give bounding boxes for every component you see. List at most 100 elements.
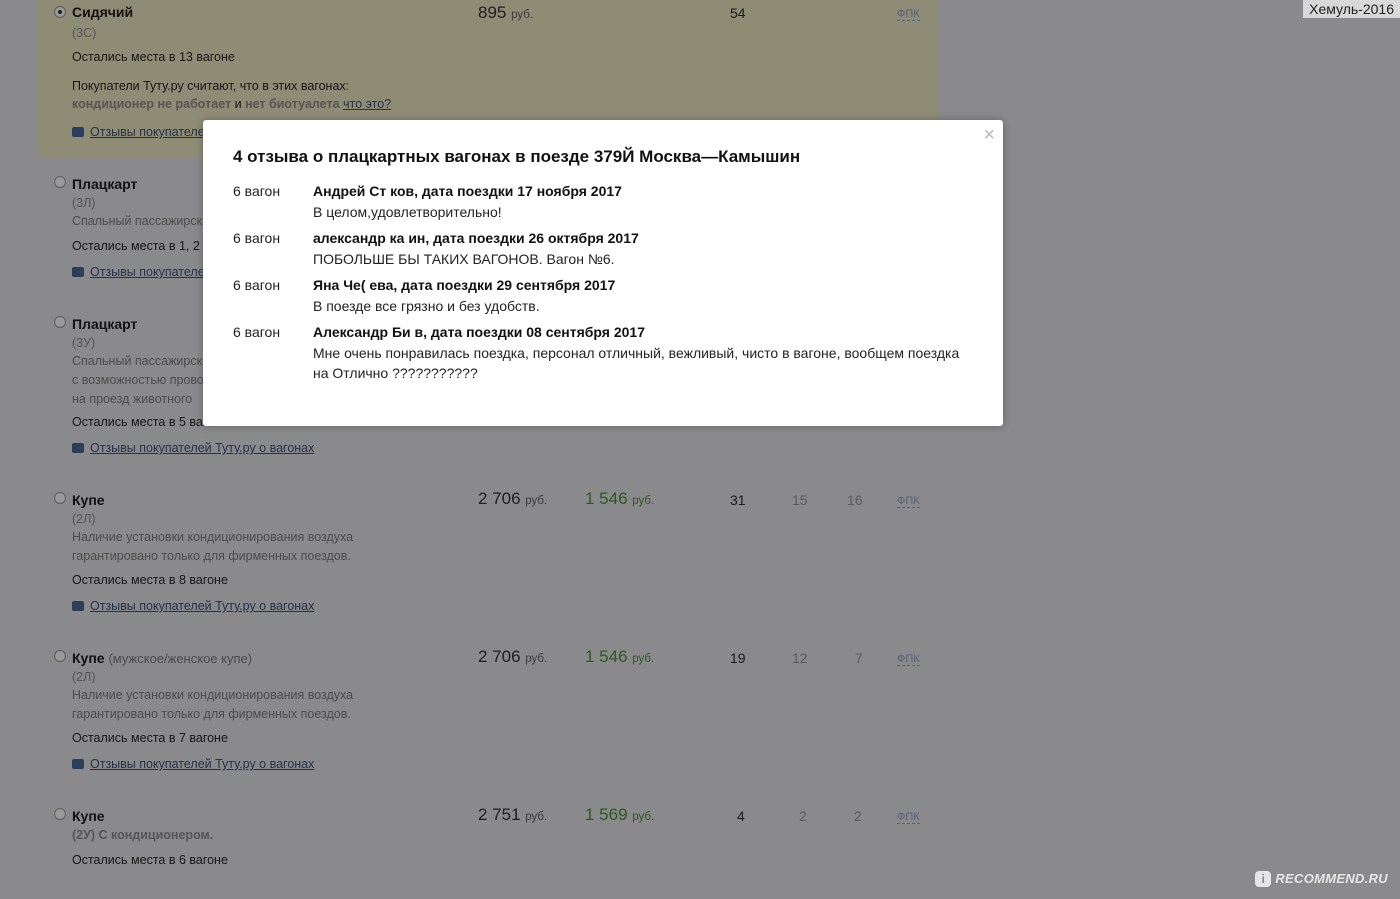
carrier-link[interactable]: ФПК (897, 8, 920, 21)
review-author: александр ка ин, дата поездки 26 октября… (313, 230, 639, 246)
seats-lower: 12 (792, 650, 808, 666)
price-alt: 1 569 руб. (585, 805, 654, 825)
class-code: (2Л) (72, 512, 96, 526)
review-text: ПОБОЛЬШЕ БЫ ТАКИХ ВАГОНОВ. Вагон №6. (313, 251, 615, 267)
price-value: 2 706 (478, 489, 521, 508)
desc-line: гарантировано только для фирменных поезд… (72, 549, 351, 563)
class-name: Сидячий (72, 4, 134, 20)
reviews-link[interactable]: Отзывы покупателей Туту.ру о вагонах (72, 441, 314, 455)
modal-title: 4 отзыва о плацкартных вагонах в поезде … (233, 147, 801, 166)
seats-left-text: Остались места в 8 вагоне (72, 573, 228, 587)
currency: руб. (525, 653, 548, 665)
review-author: Яна Че( ева, дата поездки 29 сентября 20… (313, 277, 616, 293)
carrier-link[interactable]: ФПК (897, 653, 920, 666)
review-wagon: 6 вагон (233, 183, 281, 199)
desc-line: гарантировано только для фирменных поезд… (72, 707, 351, 721)
currency: руб. (525, 495, 548, 507)
what-is-it-link[interactable]: что это? (343, 97, 391, 111)
price: 895 руб. (478, 3, 533, 23)
seats-left-text: Остались места в 6 вагоне (72, 853, 228, 867)
seats-left-text: Остались места в 13 вагоне (72, 50, 235, 64)
seats-total: 4 (737, 808, 745, 824)
site-watermark: i RECOMMEND.RU (1255, 871, 1388, 887)
review-wagon: 6 вагон (233, 277, 281, 293)
class-name-sub: (мужское/женское купе) (108, 651, 253, 666)
price-alt: 1 546 руб. (585, 489, 654, 509)
seats-upper: 2 (854, 808, 862, 824)
currency: руб. (525, 811, 548, 823)
class-name: Купе (72, 808, 105, 824)
currency: руб. (632, 811, 655, 823)
comment-icon (72, 442, 84, 453)
class-radio-platzkart-pets[interactable] (54, 316, 66, 328)
author-watermark: Хемуль-2016 (1303, 0, 1400, 18)
class-code: (3У) (72, 336, 96, 350)
price-value: 2 706 (478, 647, 521, 666)
price-value: 2 751 (478, 805, 521, 824)
seats-upper: 7 (855, 650, 863, 666)
class-radio-kupe-gender[interactable] (54, 650, 66, 662)
class-radio-kupe-ac[interactable] (54, 808, 66, 820)
class-radio-kupe[interactable] (54, 492, 66, 504)
class-code: (2Л) (72, 670, 96, 684)
class-desc: Наличие установки кондиционирования возд… (72, 686, 353, 724)
class-code: (2У) С кондиционером. (72, 828, 214, 842)
review-text: В поезде все грязно и без удобств. (313, 298, 540, 314)
price-alt-value: 1 546 (585, 647, 628, 666)
site-watermark-text: RECOMMEND.RU (1275, 871, 1388, 886)
seats-lower: 15 (792, 492, 808, 508)
class-code: (3Л) (72, 196, 96, 210)
class-name: Купе (мужское/женское купе) (72, 650, 252, 666)
review-author: Андрей Ст ков, дата поездки 17 ноября 20… (313, 183, 622, 199)
seats-upper: 16 (847, 492, 863, 508)
close-icon[interactable]: × (983, 124, 995, 147)
seats-left-text: Остались места в 7 вагоне (72, 731, 228, 745)
currency: руб. (632, 495, 655, 507)
seats-lower: 2 (799, 808, 807, 824)
opinion-and: и (234, 97, 242, 111)
reviews-link[interactable]: Отзывы покупателей Туту.ру о вагонах (72, 757, 314, 771)
opinion-ac: кондиционер не работает (72, 97, 232, 111)
seats-total: 54 (730, 5, 746, 21)
desc-line: Наличие установки кондиционирования возд… (72, 530, 354, 544)
class-desc: Наличие установки кондиционирования возд… (72, 528, 353, 566)
seats-total: 31 (730, 492, 746, 508)
class-code: (3С) (72, 26, 97, 40)
comment-icon (72, 758, 84, 769)
price: 2 751 руб. (478, 805, 547, 825)
recommend-logo-icon: i (1255, 871, 1272, 887)
class-radio-seated[interactable] (54, 6, 66, 18)
comment-icon (72, 600, 84, 611)
review-wagon: 6 вагон (233, 324, 281, 340)
class-name: Купе (72, 492, 105, 508)
buyers-intro: Покупатели Туту.ру считают, что в этих в… (72, 79, 350, 93)
review-wagon: 6 вагон (233, 230, 281, 246)
currency: руб. (511, 9, 534, 21)
reviews-link-label: Отзывы покупателей Туту.ру о вагонах (90, 441, 315, 455)
reviews-link[interactable]: Отзывы покупателей Туту.ру о вагонах (72, 599, 314, 613)
reviews-link-label: Отзывы покупателей Туту.ру о вагонах (90, 757, 315, 771)
review-text: Мне очень понравилась поездка, персонал … (313, 345, 960, 381)
price-alt: 1 546 руб. (585, 647, 654, 667)
carrier-link[interactable]: ФПК (897, 495, 920, 508)
reviews-link-label: Отзывы покупателей Туту.ру о вагонах (90, 599, 315, 613)
class-name-text: Купе (72, 650, 105, 666)
class-radio-platzkart[interactable] (54, 176, 66, 188)
price: 2 706 руб. (478, 489, 547, 509)
desc-line: Наличие установки кондиционирования возд… (72, 688, 354, 702)
class-name: Плацкарт (72, 176, 138, 192)
comment-icon (72, 126, 84, 137)
price-value: 895 (478, 3, 507, 22)
opinion-toilet: нет биотуалета (245, 97, 340, 111)
reviews-modal: × 4 отзыва о плацкартных вагонах в поезд… (203, 120, 1003, 426)
carrier-link[interactable]: ФПК (897, 811, 920, 824)
currency: руб. (632, 653, 655, 665)
buyers-opinion: Покупатели Туту.ру считают, что в этих в… (72, 77, 391, 113)
seats-total: 19 (730, 650, 746, 666)
review-author: Александр Би в, дата поездки 08 сентября… (313, 324, 645, 340)
price-alt-value: 1 569 (585, 805, 628, 824)
class-name: Плацкарт (72, 316, 138, 332)
comment-icon (72, 266, 84, 277)
review-text: В целом,удовлетворительно! (313, 204, 502, 220)
price: 2 706 руб. (478, 647, 547, 667)
